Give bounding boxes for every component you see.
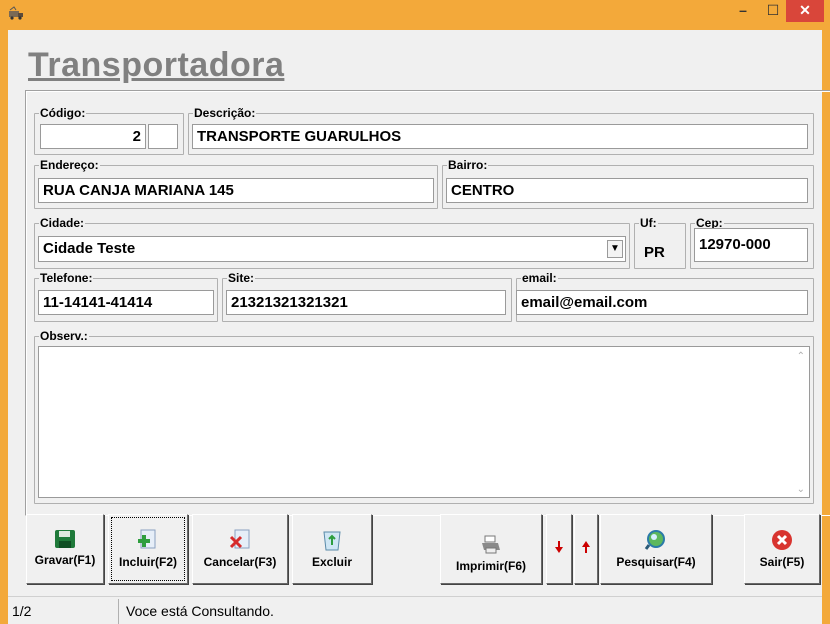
bairro-field[interactable]: CENTRO	[446, 178, 808, 203]
record-counter: 1/2	[12, 603, 32, 619]
gravar-label: Gravar(F1)	[34, 553, 96, 567]
chevron-down-icon[interactable]: ▼	[607, 240, 623, 258]
bairro-label: Bairro:	[447, 158, 489, 172]
sair-button[interactable]: Sair(F5)	[744, 514, 820, 584]
toolbar: Gravar(F1) Incluir(F2) Cancelar(F3) Excl…	[8, 514, 822, 590]
pesquisar-button[interactable]: Pesquisar(F4)	[600, 514, 712, 584]
descricao-field[interactable]: TRANSPORTE GUARULHOS	[192, 124, 808, 149]
cancelar-button[interactable]: Cancelar(F3)	[192, 514, 288, 584]
cep-field[interactable]: 12970-000	[694, 228, 808, 262]
floppy-disk-icon	[55, 530, 75, 548]
cidade-label: Cidade:	[39, 216, 86, 230]
app-icon	[9, 6, 23, 20]
telefone-label: Telefone:	[39, 271, 94, 285]
excluir-button[interactable]: Excluir	[292, 514, 372, 584]
descricao-label: Descrição:	[193, 106, 257, 120]
scroll-up-icon[interactable]: ⌃	[797, 351, 805, 362]
excluir-label: Excluir	[311, 555, 353, 569]
incluir-button[interactable]: Incluir(F2)	[108, 514, 188, 584]
site-field[interactable]: 21321321321321	[226, 290, 506, 315]
cidade-select[interactable]: Cidade Teste ▼	[38, 236, 626, 262]
imprimir-label: Imprimir(F6)	[455, 559, 526, 573]
endereco-label: Endereço:	[39, 158, 100, 172]
observ-textarea[interactable]: ⌃ ⌄	[38, 346, 810, 498]
printer-icon	[482, 535, 500, 554]
telefone-field[interactable]: 11-14141-41414	[38, 290, 214, 315]
window-client: Transportadora Código: 2 Descrição: TRAN…	[8, 30, 830, 624]
cancelar-label: Cancelar(F3)	[203, 555, 277, 569]
email-field[interactable]: email@email.com	[516, 290, 808, 315]
gravar-button[interactable]: Gravar(F1)	[26, 514, 104, 584]
magnifier-icon	[644, 530, 665, 550]
close-button[interactable]: ✕	[786, 0, 824, 22]
recycle-bin-icon	[323, 531, 341, 551]
maximize-button[interactable]: ☐	[760, 0, 786, 22]
prev-record-button[interactable]	[574, 514, 598, 584]
page-title: Transportadora	[28, 46, 285, 84]
codigo-label: Código:	[39, 106, 87, 120]
arrow-up-icon	[582, 541, 590, 553]
email-label: email:	[521, 271, 558, 285]
statusbar-divider	[118, 599, 119, 624]
cancel-document-icon	[229, 529, 250, 549]
uf-value[interactable]: PR	[644, 244, 665, 261]
sair-label: Sair(F5)	[759, 555, 805, 569]
add-document-icon	[138, 529, 156, 549]
scroll-down-icon[interactable]: ⌄	[797, 484, 805, 495]
codigo-extra-field[interactable]	[148, 124, 178, 149]
statusbar: 1/2 Voce está Consultando.	[8, 596, 822, 624]
codigo-field[interactable]: 2	[40, 124, 146, 149]
cidade-value: Cidade Teste	[43, 240, 136, 257]
imprimir-button[interactable]: Imprimir(F6)	[440, 514, 542, 584]
incluir-label: Incluir(F2)	[118, 555, 177, 569]
next-record-button[interactable]	[546, 514, 572, 584]
arrow-down-icon	[555, 541, 563, 553]
pesquisar-label: Pesquisar(F4)	[616, 555, 696, 569]
exit-icon	[772, 530, 792, 550]
endereco-field[interactable]: RUA CANJA MARIANA 145	[38, 178, 434, 203]
status-message: Voce está Consultando.	[126, 603, 274, 619]
observ-label: Observ.:	[39, 329, 89, 343]
uf-label: Uf:	[639, 216, 658, 230]
site-label: Site:	[227, 271, 256, 285]
minimize-button[interactable]: –	[730, 0, 756, 22]
window-titlebar: – ☐ ✕	[0, 0, 830, 30]
